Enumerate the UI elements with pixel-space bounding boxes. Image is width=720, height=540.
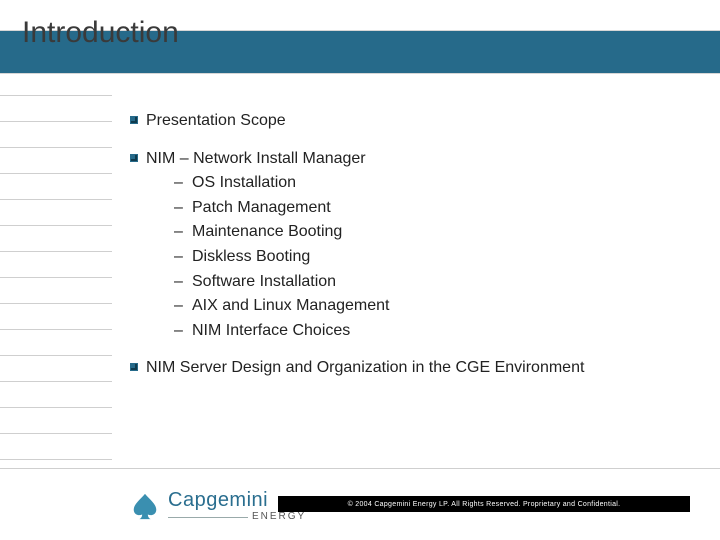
- bullet-text: NIM Server Design and Organization in th…: [146, 359, 584, 376]
- square-bullet-icon: [130, 116, 138, 124]
- dash-icon: –: [174, 271, 183, 293]
- sub-text: AIX and Linux Management: [192, 297, 389, 314]
- copyright-text: © 2004 Capgemini Energy LP. All Rights R…: [348, 501, 621, 508]
- bullet-item: NIM Server Design and Organization in th…: [130, 357, 690, 379]
- bullet-text: NIM – Network Install Manager: [146, 150, 366, 167]
- square-bullet-icon: [130, 154, 138, 162]
- sub-text: Software Installation: [192, 273, 336, 290]
- sub-item: –Patch Management: [174, 197, 690, 219]
- bullet-item: Presentation Scope: [130, 110, 690, 132]
- square-bullet-icon: [130, 363, 138, 371]
- slide: Introduction Presentation Scope NIM – Ne…: [0, 0, 720, 540]
- dash-icon: –: [174, 320, 183, 342]
- dash-icon: –: [174, 295, 183, 317]
- sub-item: –AIX and Linux Management: [174, 295, 690, 317]
- sub-item: –OS Installation: [174, 172, 690, 194]
- divider: [0, 468, 720, 469]
- dash-icon: –: [174, 246, 183, 268]
- dash-icon: –: [174, 172, 183, 194]
- sub-list: –OS Installation –Patch Management –Main…: [174, 172, 690, 341]
- sub-text: OS Installation: [192, 174, 296, 191]
- sub-text: Maintenance Booting: [192, 223, 342, 240]
- content-area: Presentation Scope NIM – Network Install…: [130, 110, 690, 395]
- bullet-text: Presentation Scope: [146, 112, 286, 129]
- sub-text: Diskless Booting: [192, 248, 310, 265]
- bullet-item: NIM – Network Install Manager –OS Instal…: [130, 148, 690, 342]
- footer: Capgemini ENERGY © 2004 Capgemini Energy…: [0, 470, 720, 540]
- dash-icon: –: [174, 197, 183, 219]
- slide-title: Introduction: [22, 16, 179, 50]
- dash-icon: –: [174, 221, 183, 243]
- sub-item: –Maintenance Booting: [174, 221, 690, 243]
- left-margin-rules: [0, 95, 112, 460]
- copyright-bar: © 2004 Capgemini Energy LP. All Rights R…: [278, 496, 690, 512]
- sub-item: –Software Installation: [174, 271, 690, 293]
- spade-icon: [130, 491, 160, 521]
- brand-divider: [168, 517, 248, 518]
- brand-sub: ENERGY: [252, 512, 306, 522]
- sub-text: Patch Management: [192, 199, 331, 216]
- sub-text: NIM Interface Choices: [192, 322, 350, 339]
- sub-item: –NIM Interface Choices: [174, 320, 690, 342]
- sub-item: –Diskless Booting: [174, 246, 690, 268]
